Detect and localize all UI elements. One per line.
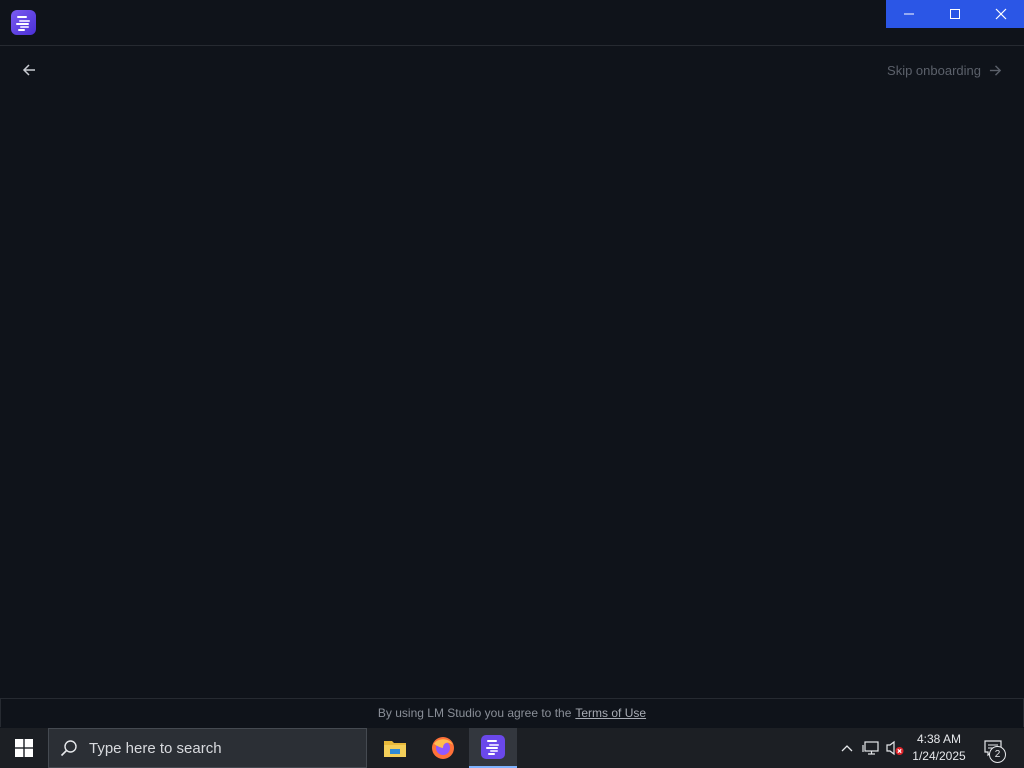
clock-date: 1/24/2025 bbox=[912, 749, 966, 763]
taskbar-lm-studio[interactable] bbox=[469, 728, 517, 768]
start-button[interactable] bbox=[0, 728, 48, 768]
minimize-button[interactable] bbox=[886, 0, 932, 28]
maximize-button[interactable] bbox=[932, 0, 978, 28]
network-icon bbox=[862, 741, 879, 755]
taskbar-firefox[interactable] bbox=[419, 728, 467, 768]
taskbar-file-explorer[interactable] bbox=[371, 728, 419, 768]
firefox-icon bbox=[432, 737, 454, 759]
network-tray-button[interactable] bbox=[860, 728, 882, 768]
notification-count-badge: 2 bbox=[989, 746, 1006, 763]
search-placeholder: Type here to search bbox=[89, 739, 222, 757]
onboarding-content bbox=[0, 46, 1024, 697]
close-button[interactable] bbox=[978, 0, 1024, 28]
volume-muted-icon bbox=[886, 740, 904, 756]
show-hidden-icons-button[interactable] bbox=[838, 728, 856, 768]
close-icon bbox=[995, 8, 1007, 20]
minimize-icon bbox=[904, 13, 914, 15]
lm-studio-icon bbox=[481, 735, 505, 759]
taskbar: Type here to search 4:38 AM 1/24/2025 2 bbox=[0, 728, 1024, 768]
terms-text: By using LM Studio you agree to the bbox=[377, 706, 572, 720]
volume-tray-button[interactable] bbox=[884, 728, 906, 768]
clock-time: 4:38 AM bbox=[916, 732, 962, 746]
lm-studio-logo-icon bbox=[11, 10, 36, 35]
terms-footer: By using LM Studio you agree to the Term… bbox=[0, 698, 1024, 727]
taskbar-search-box[interactable]: Type here to search bbox=[48, 728, 367, 768]
maximize-icon bbox=[950, 9, 960, 19]
search-icon bbox=[49, 739, 89, 757]
taskbar-clock[interactable]: 4:38 AM 1/24/2025 bbox=[906, 728, 972, 768]
window-controls bbox=[886, 0, 1024, 28]
terms-of-use-link[interactable]: Terms of Use bbox=[575, 706, 646, 720]
file-explorer-icon bbox=[384, 741, 406, 757]
windows-logo-icon bbox=[15, 739, 33, 757]
title-bar bbox=[0, 0, 1024, 46]
chevron-up-icon bbox=[841, 745, 853, 752]
